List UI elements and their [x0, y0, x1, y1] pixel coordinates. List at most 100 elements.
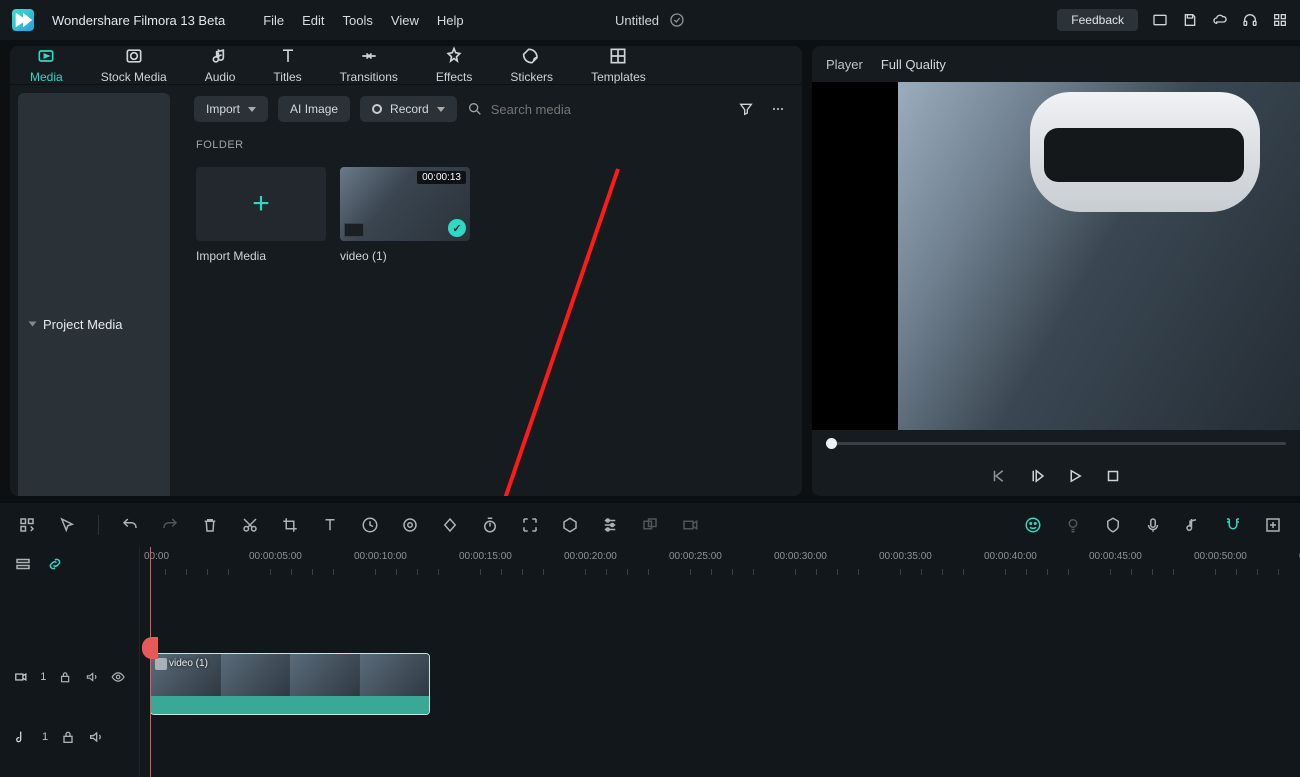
link-icon[interactable] [46, 555, 64, 573]
render-icon[interactable] [681, 516, 699, 534]
timeline-ruler[interactable]: 00:0000:00:05:0000:00:10:0000:00:15:0000… [140, 547, 1300, 581]
audio-track-num: 1 [42, 731, 48, 743]
folder-title: FOLDER [178, 133, 802, 157]
ruler-tick: 00:00:45:00 [1089, 551, 1142, 562]
feedback-button[interactable]: Feedback [1057, 9, 1138, 31]
video-track-num: 1 [40, 671, 46, 683]
timeline-tracks[interactable]: 00:0000:00:05:0000:00:10:0000:00:15:0000… [140, 547, 1300, 777]
sidebar-project-media[interactable]: Project Media [18, 93, 170, 496]
crop-icon[interactable] [281, 516, 299, 534]
playhead-marker[interactable] [142, 637, 158, 659]
titlebar: Wondershare Filmora 13 Beta File Edit To… [0, 0, 1300, 40]
ai-image-button[interactable]: AI Image [278, 96, 350, 122]
timer-icon[interactable] [481, 516, 499, 534]
mask-icon[interactable] [561, 516, 579, 534]
tab-effects[interactable]: Effects [436, 46, 472, 84]
import-media-label: Import Media [196, 249, 326, 263]
import-media-tile[interactable]: + Import Media [196, 167, 326, 263]
clip-play-icon [155, 658, 167, 670]
ai-icon[interactable] [1024, 516, 1042, 534]
voiceover-icon[interactable] [1144, 516, 1162, 534]
mute-icon[interactable] [88, 729, 104, 745]
menu-edit[interactable]: Edit [302, 13, 324, 28]
search-input[interactable] [491, 102, 671, 117]
media-clip-tile[interactable]: 00:00:13 ✓ video (1) [340, 167, 470, 263]
video-track-icon [14, 669, 28, 685]
stop-button[interactable] [1104, 467, 1122, 485]
speed-icon[interactable] [361, 516, 379, 534]
stickers-icon [522, 46, 542, 66]
top-tabs: Media Stock Media Audio Titles Transitio… [10, 46, 802, 85]
group-icon[interactable] [641, 516, 659, 534]
project-title[interactable]: Untitled [615, 13, 659, 28]
layout-icon[interactable] [1152, 12, 1168, 28]
prev-frame-button[interactable] [990, 467, 1008, 485]
quality-dropdown[interactable]: Full Quality [881, 57, 976, 72]
sidebar: Project Media Folder Global Media Cloud … [10, 85, 178, 496]
delete-icon[interactable] [201, 516, 219, 534]
filter-icon[interactable] [738, 101, 754, 117]
audio-mix-icon[interactable] [1184, 516, 1202, 534]
undo-icon[interactable] [121, 516, 139, 534]
tab-media[interactable]: Media [30, 46, 63, 84]
templates-icon [608, 46, 628, 66]
tab-templates[interactable]: Templates [591, 46, 646, 84]
cloud-icon[interactable] [1212, 12, 1228, 28]
tab-audio[interactable]: Audio [205, 46, 236, 84]
adjust-icon[interactable] [601, 516, 619, 534]
ruler-tick: 00:00:25:00 [669, 551, 722, 562]
color-icon[interactable] [401, 516, 419, 534]
audio-track-header[interactable]: 1 [0, 707, 139, 767]
grid-icon[interactable] [1272, 12, 1288, 28]
magnet-icon[interactable] [1224, 516, 1242, 534]
marker-icon[interactable] [1104, 516, 1122, 534]
timeline-clip[interactable]: video (1) [150, 653, 430, 715]
player-scrubber[interactable] [812, 430, 1300, 456]
tab-transitions[interactable]: Transitions [340, 46, 398, 84]
playhead[interactable] [150, 547, 151, 777]
menu-help[interactable]: Help [437, 13, 464, 28]
cursor-icon[interactable] [58, 516, 76, 534]
record-label: Record [390, 102, 429, 116]
media-content: Import AI Image Record FOLDER [178, 85, 802, 496]
keyframe-icon[interactable] [441, 516, 459, 534]
menu-tools[interactable]: Tools [343, 13, 373, 28]
tab-stock[interactable]: Stock Media [101, 46, 167, 84]
stock-icon [124, 46, 144, 66]
import-button[interactable]: Import [194, 96, 268, 122]
lightbulb-icon[interactable] [1064, 516, 1082, 534]
headphones-icon[interactable] [1242, 12, 1258, 28]
tab-titles[interactable]: Titles [273, 46, 301, 84]
lock-icon[interactable] [58, 669, 72, 685]
clip-label: video (1) [340, 249, 470, 263]
scrub-handle[interactable] [826, 438, 837, 449]
ruler-tick: 00:00:30:00 [774, 551, 827, 562]
media-icon [36, 46, 56, 66]
record-button[interactable]: Record [360, 96, 457, 122]
redo-icon[interactable] [161, 516, 179, 534]
video-track-header[interactable]: 1 [0, 647, 139, 707]
text-icon[interactable] [321, 516, 339, 534]
ruler-tick: 00:00:05:00 [249, 551, 302, 562]
mute-icon[interactable] [85, 669, 99, 685]
lock-icon[interactable] [60, 729, 76, 745]
more-icon[interactable] [770, 101, 786, 117]
save-icon[interactable] [1182, 12, 1198, 28]
cut-icon[interactable] [241, 516, 259, 534]
menu-file[interactable]: File [263, 13, 284, 28]
chevron-down-icon [437, 107, 445, 112]
apps-icon[interactable] [18, 516, 36, 534]
menu-view[interactable]: View [391, 13, 419, 28]
add-track-icon[interactable] [1264, 516, 1282, 534]
plus-icon: + [252, 187, 270, 221]
eye-icon[interactable] [111, 669, 125, 685]
expand-icon[interactable] [521, 516, 539, 534]
tab-media-label: Media [30, 70, 63, 84]
tab-stickers[interactable]: Stickers [510, 46, 553, 84]
titles-icon [278, 46, 298, 66]
play-pause-button[interactable] [1028, 467, 1046, 485]
timeline: 1 1 00:0000:00:05:0000:00:10:0000:00:15:… [0, 502, 1300, 777]
preview-viewport[interactable] [812, 82, 1300, 430]
track-overview-icon[interactable] [14, 555, 32, 573]
play-button[interactable] [1066, 467, 1084, 485]
